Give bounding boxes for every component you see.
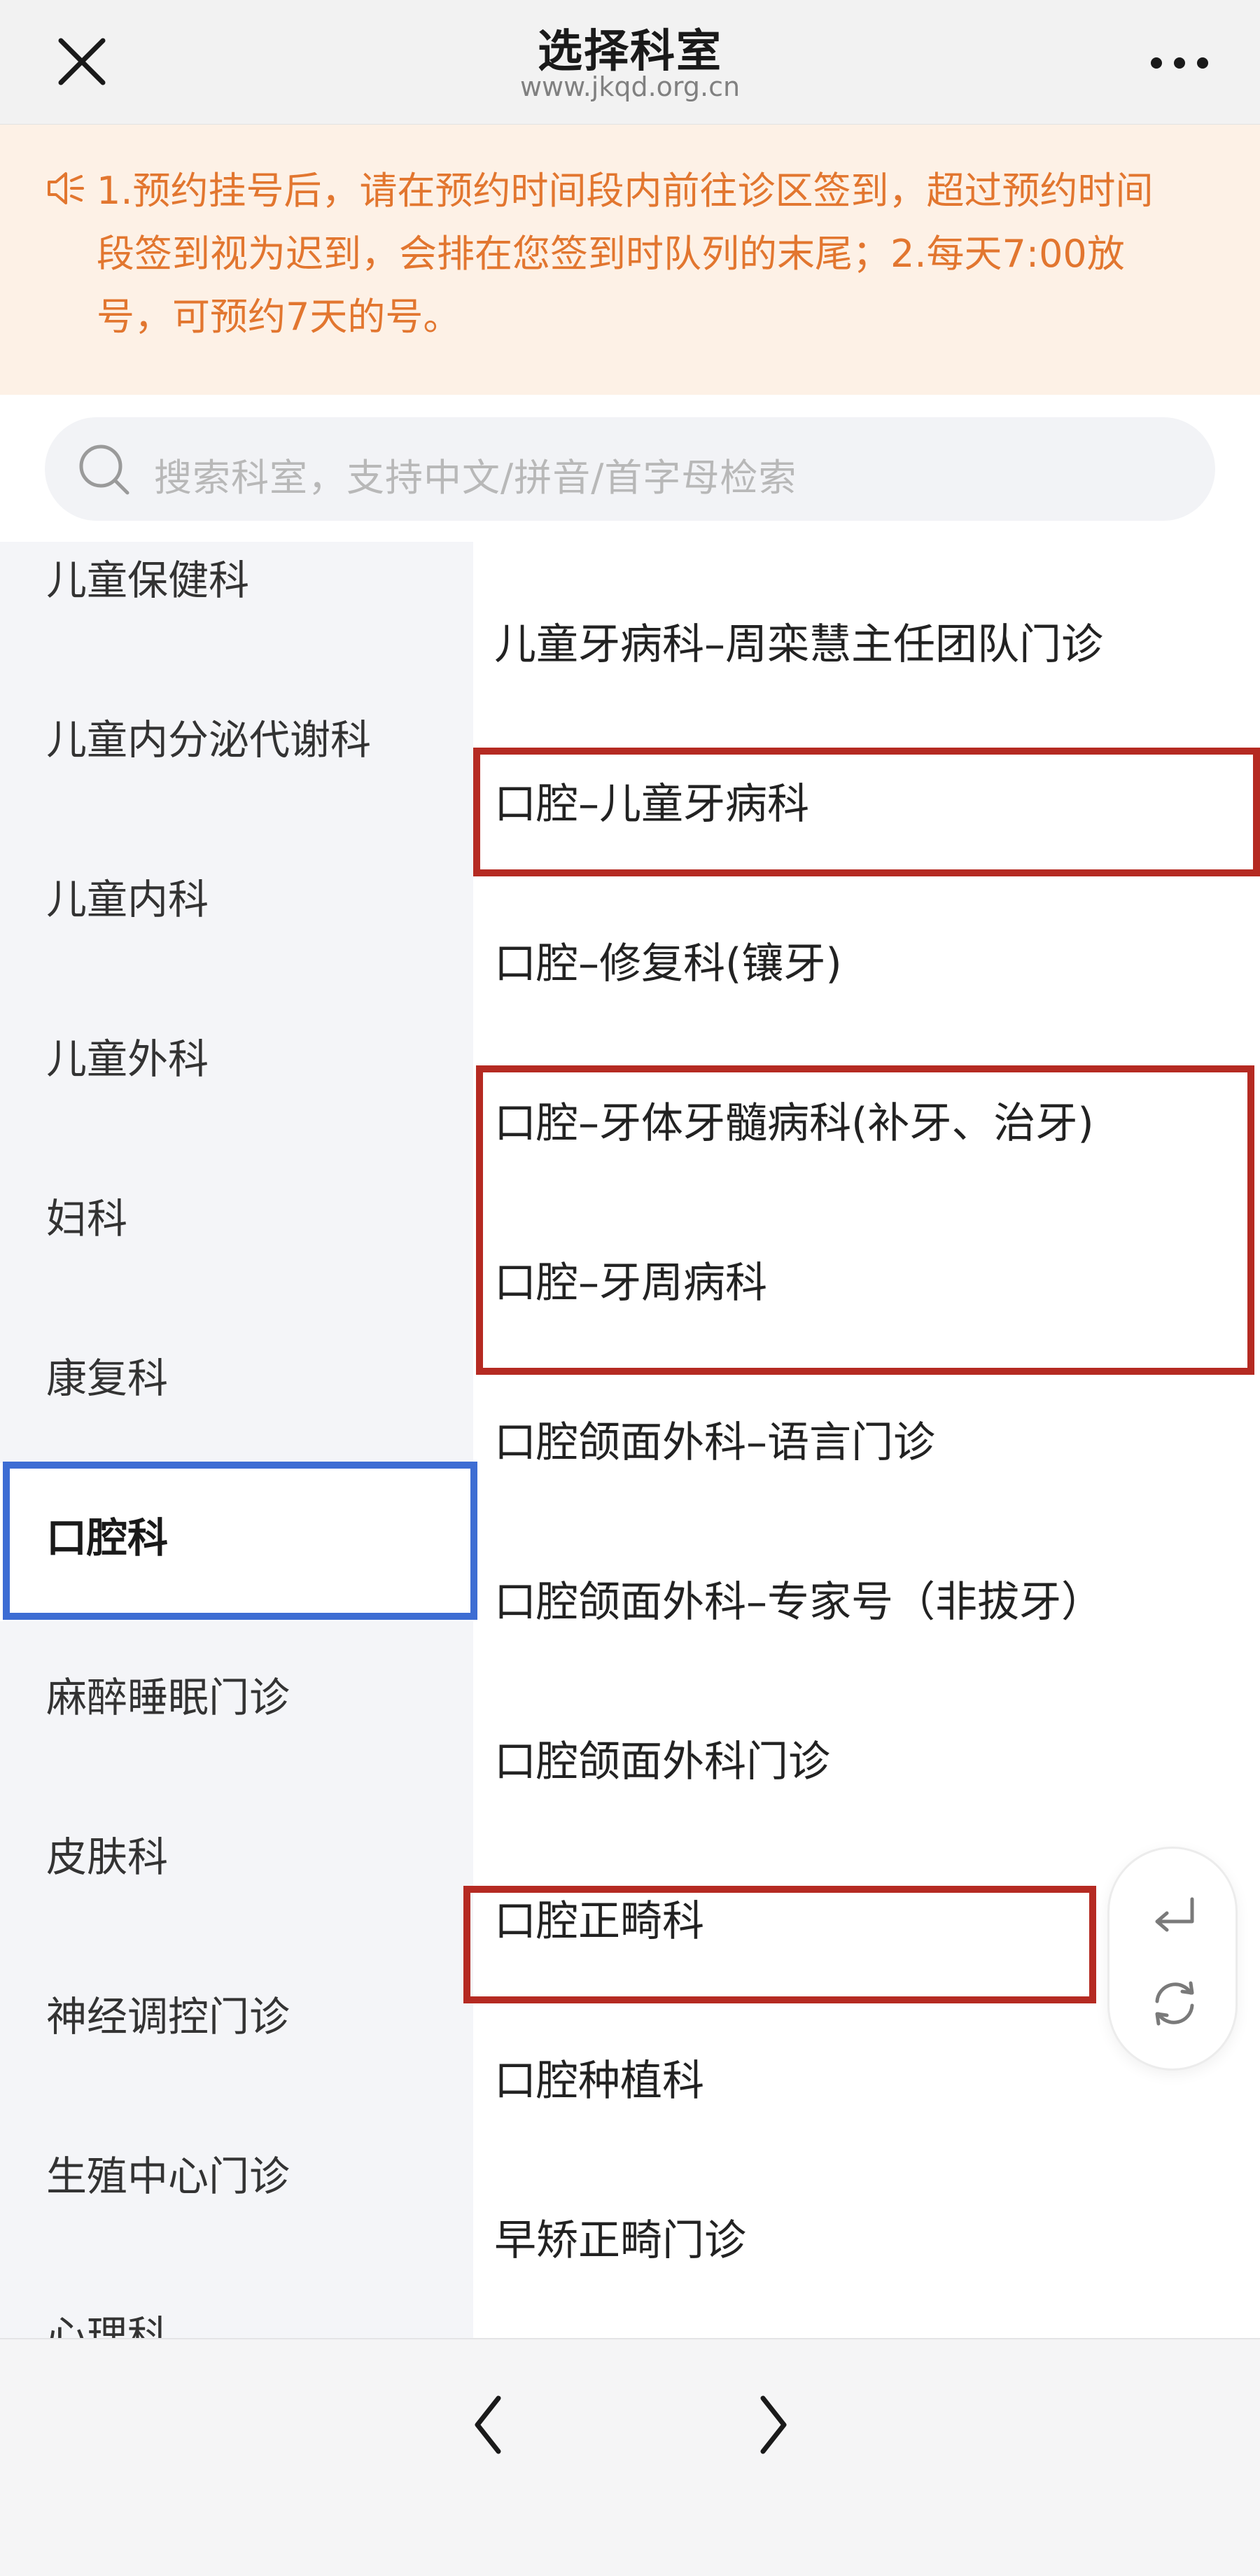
category-label: 口腔科: [46, 1514, 169, 1562]
chevron-left-icon: [475, 2395, 501, 2454]
category-label: 妇科: [46, 1195, 128, 1242]
category-item[interactable]: 妇科: [0, 1103, 473, 1263]
notice-line: 1.预约挂号后，请在预约时间段内前往诊区签到，超过预约时间: [97, 169, 1154, 213]
department-label: 口腔颌面外科门诊: [494, 1737, 830, 1786]
category-item[interactable]: 儿童外科: [0, 944, 473, 1103]
category-item[interactable]: 神经调控门诊: [0, 1901, 473, 2061]
search-icon: [73, 438, 136, 501]
notice-line: 段签到视为迟到，会排在您签到时队列的末尾；2.每天7:00放: [97, 232, 1125, 276]
category-item[interactable]: 生殖中心门诊: [0, 2061, 473, 2220]
search-input[interactable]: 搜索科室，支持中文/拼音/首字母检索: [45, 417, 1215, 521]
department-label: 口腔种植科: [494, 2057, 704, 2106]
category-label: 神经调控门诊: [46, 1993, 290, 2040]
department-item[interactable]: 口腔–牙周病科: [473, 1200, 1260, 1359]
department-label: 口腔颌面外科–专家号（非拔牙）: [494, 1578, 1103, 1627]
department-item[interactable]: 口腔颌面外科门诊: [473, 1679, 1260, 1838]
page-title: 选择科室: [538, 26, 722, 78]
more-button[interactable]: [1141, 35, 1218, 91]
more-icon: [1151, 57, 1208, 69]
category-label: 皮肤科: [46, 1833, 169, 1881]
department-item[interactable]: 儿童牙病科–周栾慧主任团队门诊: [473, 561, 1260, 721]
department-item[interactable]: 口腔颌面外科–语言门诊: [473, 1359, 1260, 1519]
department-item[interactable]: 口腔–修复科(镶牙): [473, 881, 1260, 1040]
department-label: 口腔–牙体牙髓病科(补牙、治牙): [494, 1099, 1094, 1148]
category-list[interactable]: 儿童保健科 儿童内分泌代谢科 儿童内科 儿童外科 妇科 康复科 口腔科 麻醉睡眠…: [0, 542, 473, 2338]
department-item[interactable]: 早矫正畸门诊: [473, 2157, 1260, 2317]
category-label: 生殖中心门诊: [46, 2152, 290, 2200]
category-label: 康复科: [46, 1354, 169, 1402]
back-button[interactable]: [448, 2376, 525, 2474]
bottom-nav-bar: [0, 2338, 1260, 2576]
category-label: 儿童保健科: [46, 556, 250, 604]
category-item[interactable]: 儿童内分泌代谢科: [0, 624, 473, 784]
chevron-right-icon: [760, 2395, 787, 2454]
refresh-icon: [1155, 1981, 1194, 2026]
category-label: 儿童内科: [46, 876, 209, 923]
category-label: 麻醉睡眠门诊: [46, 1674, 290, 1721]
category-label: 儿童内分泌代谢科: [46, 716, 372, 764]
category-item[interactable]: 儿童内科: [0, 784, 473, 944]
category-item[interactable]: 儿童保健科: [0, 542, 473, 624]
department-label: 儿童牙病科–周栾慧主任团队门诊: [494, 620, 1103, 669]
department-list[interactable]: 儿童牙病科–周栾慧主任团队门诊 口腔–儿童牙病科 口腔–修复科(镶牙) 口腔–牙…: [473, 542, 1260, 2338]
refresh-button[interactable]: [1143, 1972, 1206, 2035]
page-domain: www.jkqd.org.cn: [519, 71, 741, 102]
department-label: 口腔–牙周病科: [494, 1259, 767, 1308]
department-item[interactable]: 口腔颌面外科–专家号（非拔牙）: [473, 1519, 1260, 1679]
page: 选择科室 www.jkqd.org.cn 1.预约挂号后，请在预约时间段内前往诊…: [0, 0, 1260, 2576]
notice-line: 号，可预约7天的号。: [97, 295, 461, 339]
title-bar: 选择科室 www.jkqd.org.cn: [0, 0, 1260, 125]
search-placeholder: 搜索科室，支持中文/拼音/首字母检索: [154, 456, 797, 500]
floating-action-bar: [1107, 1847, 1238, 2071]
category-item[interactable]: 皮肤科: [0, 1742, 473, 1901]
department-item[interactable]: 口腔–牙体牙髓病科(补牙、治牙): [473, 1040, 1260, 1200]
category-label: 儿童外科: [46, 1035, 209, 1083]
department-label: 口腔–儿童牙病科: [494, 780, 809, 829]
category-item[interactable]: 康复科: [0, 1263, 473, 1422]
return-button[interactable]: [1143, 1886, 1206, 1949]
speaker-icon: [45, 168, 85, 209]
return-icon: [1155, 1897, 1194, 1932]
department-label: 口腔正畸科: [494, 1897, 704, 1946]
department-label: 口腔–修复科(镶牙): [494, 939, 842, 988]
category-item[interactable]: 麻醉睡眠门诊: [0, 1582, 473, 1742]
department-item[interactable]: 口腔–儿童牙病科: [473, 721, 1260, 881]
category-label: 心理科: [46, 2312, 169, 2338]
department-label: 早矫正畸门诊: [494, 2216, 746, 2265]
category-item[interactable]: 心理科: [0, 2220, 473, 2338]
notice-text: 1.预约挂号后，请在预约时间段内前往诊区签到，超过预约时间 段签到视为迟到，会排…: [97, 160, 1217, 349]
forward-button[interactable]: [736, 2376, 813, 2474]
department-label: 口腔颌面外科–语言门诊: [494, 1418, 935, 1467]
